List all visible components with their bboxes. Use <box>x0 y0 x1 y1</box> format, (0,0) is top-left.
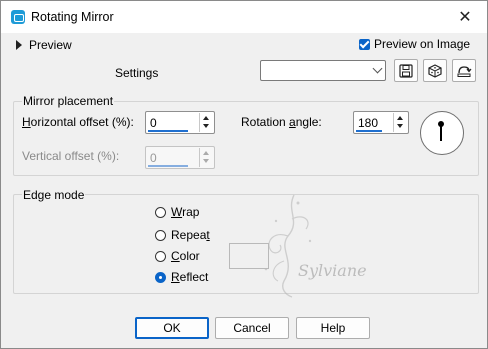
ok-button[interactable]: OK <box>135 317 209 339</box>
horizontal-offset-label-accel: H <box>22 115 31 129</box>
rotation-angle-label-accel: a <box>289 115 296 129</box>
edge-mode-reflect-radio[interactable]: Reflect <box>155 270 208 284</box>
rotation-angle-label-post: ngle: <box>295 115 322 129</box>
wrap-label-accel: W <box>171 205 183 219</box>
ok-label: OK <box>163 321 181 335</box>
edge-mode-color-radio[interactable]: Color <box>155 249 200 263</box>
preview-on-image-label: Preview on Image <box>374 37 471 51</box>
app-icon <box>11 10 25 24</box>
rotation-angle-label: Rotation angle: <box>241 115 322 129</box>
edge-mode-title: Edge mode <box>22 188 86 202</box>
edge-mode-repeat-radio[interactable]: Repeat <box>155 228 210 242</box>
vertical-offset-label: Vertical offset (%): <box>22 149 120 163</box>
horizontal-offset-label-text: orizontal offset (%): <box>30 115 134 129</box>
close-button[interactable]: ✕ <box>443 1 487 33</box>
mirror-placement-title: Mirror placement <box>22 94 115 108</box>
reflect-label: Reflect <box>171 270 208 284</box>
reset-button[interactable] <box>452 59 476 82</box>
edge-color-swatch[interactable] <box>229 243 269 269</box>
help-button[interactable]: Help <box>296 317 370 339</box>
checkbox-checked-icon <box>359 38 370 50</box>
randomize-button[interactable] <box>423 59 447 82</box>
title-bar: Rotating Mirror ✕ <box>1 1 487 33</box>
chevron-down-icon <box>372 63 383 74</box>
radio-off-icon <box>155 229 166 241</box>
repeat-label: Repeat <box>171 228 210 242</box>
horizontal-offset-value: 0 <box>150 116 157 130</box>
help-label: Help <box>320 321 346 335</box>
vertical-offset-spinbox: 0 <box>145 146 215 169</box>
save-icon <box>399 63 413 78</box>
window-title: Rotating Mirror <box>31 10 114 24</box>
mirror-placement-group <box>13 101 479 176</box>
horizontal-offset-slider-bar[interactable] <box>148 130 188 132</box>
color-label-accel: C <box>171 249 180 263</box>
wrap-label: Wrap <box>171 205 199 219</box>
rotation-angle-spin-buttons[interactable] <box>393 113 407 132</box>
vertical-offset-spin-buttons <box>199 148 213 167</box>
spin-down-icon <box>203 159 209 163</box>
rotating-mirror-dialog: Rotating Mirror ✕ Preview Preview on Ima… <box>0 0 488 349</box>
radio-on-icon <box>155 271 166 283</box>
rotation-angle-label-pre: Rotation <box>241 115 290 129</box>
spin-up-icon <box>397 116 403 120</box>
wrap-label-text: rap <box>182 205 200 219</box>
reflect-label-text: eflect <box>179 270 209 284</box>
rotation-angle-value: 180 <box>358 116 379 130</box>
spin-down-icon <box>397 124 403 128</box>
dial-needle <box>440 123 442 141</box>
spin-down-icon <box>203 124 209 128</box>
rotation-angle-dial[interactable] <box>420 111 464 155</box>
settings-label: Settings <box>115 66 159 80</box>
vertical-offset-slider-bar <box>148 165 188 167</box>
horizontal-offset-spin-buttons[interactable] <box>199 113 213 132</box>
vertical-offset-value: 0 <box>150 151 157 165</box>
repeat-label-accel: t <box>206 228 210 242</box>
repeat-label-text: Repea <box>171 228 207 242</box>
reset-icon <box>457 65 472 77</box>
edge-mode-wrap-radio[interactable]: Wrap <box>155 205 199 219</box>
color-label-text: olor <box>179 249 200 263</box>
watermark-text: Sylviane <box>298 261 367 280</box>
radio-off-icon <box>155 250 166 262</box>
preview-toggle[interactable]: Preview <box>16 38 72 52</box>
save-preset-button[interactable] <box>394 59 418 82</box>
expand-triangle-icon <box>16 40 22 50</box>
horizontal-offset-label: Horizontal offset (%): <box>22 115 134 129</box>
settings-dropdown[interactable] <box>260 60 386 81</box>
close-icon: ✕ <box>458 9 472 26</box>
radio-off-icon <box>155 206 166 218</box>
cancel-label: Cancel <box>233 321 271 335</box>
color-label: Color <box>171 249 200 263</box>
cancel-button[interactable]: Cancel <box>215 317 289 339</box>
preview-on-image-checkbox[interactable]: Preview on Image <box>359 37 470 51</box>
rotation-angle-slider-bar[interactable] <box>356 130 382 132</box>
horizontal-offset-spinbox[interactable]: 0 <box>145 111 215 134</box>
spin-up-icon <box>203 116 209 120</box>
randomize-icon <box>428 63 442 78</box>
preview-label: Preview <box>29 38 72 52</box>
rotation-angle-spinbox[interactable]: 180 <box>353 111 409 134</box>
reflect-label-accel: R <box>171 270 180 284</box>
spin-up-icon <box>203 151 209 155</box>
